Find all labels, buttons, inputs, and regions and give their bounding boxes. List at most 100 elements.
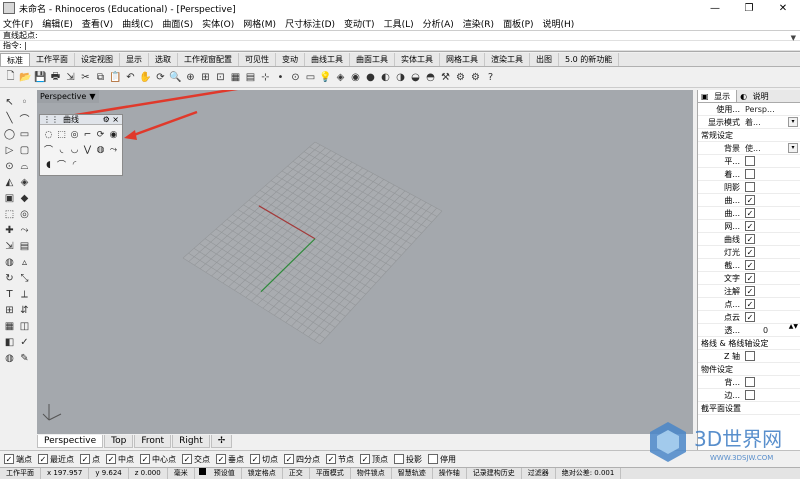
new-icon[interactable]: 🗋	[4, 71, 17, 84]
pan-icon[interactable]: ✋	[139, 71, 152, 84]
left-tool-icon-20[interactable]: ◍	[2, 254, 17, 270]
view-tab-1[interactable]: Top	[104, 435, 134, 448]
view-tab-2[interactable]: Front	[134, 435, 172, 448]
paste-icon[interactable]: 📋	[109, 71, 122, 84]
tab-3[interactable]: 显示	[120, 53, 149, 66]
left-tool-icon-30[interactable]: ◧	[2, 334, 17, 350]
menu-item-7[interactable]: 尺寸标注(D)	[285, 17, 335, 30]
curve-tool-icon-14[interactable]: ◜	[68, 157, 81, 172]
left-tool-icon-24[interactable]: T	[2, 286, 17, 302]
snap-checkbox[interactable]: ✓	[284, 454, 294, 464]
curve-tool-icon-4[interactable]: ⟳	[94, 127, 107, 142]
left-tool-icon-5[interactable]: ▭	[17, 126, 32, 142]
left-tool-icon-12[interactable]: ▣	[2, 190, 17, 206]
setting-checkbox[interactable]: ✓	[745, 247, 755, 257]
left-tool-icon-3[interactable]: ⌒	[17, 110, 32, 126]
copy-icon[interactable]: ⧉	[94, 71, 107, 84]
menu-item-0[interactable]: 文件(F)	[3, 17, 33, 30]
status-toggle-7[interactable]: 过滤器	[522, 468, 556, 479]
zoom-window-icon[interactable]: ⊕	[184, 71, 197, 84]
snap-11[interactable]: 投影	[394, 454, 422, 465]
setting-checkbox[interactable]	[745, 377, 755, 387]
snap-icon[interactable]: ⊹	[259, 71, 272, 84]
tab-10[interactable]: 实体工具	[395, 53, 440, 66]
left-tool-icon-33[interactable]: ✎	[17, 350, 32, 366]
view-tab-4[interactable]: ✢	[210, 435, 233, 448]
ghost-icon[interactable]: ◑	[394, 71, 407, 84]
left-tool-icon-13[interactable]: ◆	[17, 190, 32, 206]
tab-12[interactable]: 渲染工具	[485, 53, 530, 66]
snap-6[interactable]: ✓ 垂点	[216, 454, 244, 465]
curve-tool-icon-7[interactable]: ◟	[55, 142, 68, 157]
menu-item-2[interactable]: 查看(V)	[82, 17, 113, 30]
setting-checkbox[interactable]: ✓	[745, 299, 755, 309]
setting-checkbox[interactable]	[745, 351, 755, 361]
gear-icon[interactable]: ⚙	[469, 71, 482, 84]
tab-7[interactable]: 变动	[276, 53, 305, 66]
snap-checkbox[interactable]: ✓	[38, 454, 48, 464]
menu-item-4[interactable]: 曲面(S)	[162, 17, 193, 30]
setting-checkbox[interactable]: ✓	[745, 260, 755, 270]
snap-checkbox[interactable]: ✓	[106, 454, 116, 464]
snap-3[interactable]: ✓ 中点	[106, 454, 134, 465]
status-toggle-4[interactable]: 智慧轨迹	[392, 468, 433, 479]
viewports-icon[interactable]: ▦	[229, 71, 242, 84]
sphere-icon[interactable]: ◓	[424, 71, 437, 84]
menu-item-9[interactable]: 工具(L)	[384, 17, 414, 30]
curve-tool-icon-11[interactable]: ⤳	[107, 142, 120, 157]
status-toggle-2[interactable]: 平面模式	[310, 468, 351, 479]
snap-8[interactable]: ✓ 四分点	[284, 454, 320, 465]
open-icon[interactable]: 📂	[19, 71, 32, 84]
help-icon[interactable]: ?	[484, 71, 497, 84]
left-tool-icon-10[interactable]: ◭	[2, 174, 17, 190]
tab-4[interactable]: 选取	[149, 53, 178, 66]
light-icon[interactable]: 💡	[319, 71, 332, 84]
setting-checkbox[interactable]: ✓	[745, 312, 755, 322]
snap-checkbox[interactable]	[394, 454, 404, 464]
snap-0[interactable]: ✓ 端点	[4, 454, 32, 465]
curve-tool-icon-10[interactable]: ◍	[94, 142, 107, 157]
left-tool-icon-32[interactable]: ◍	[2, 350, 17, 366]
curve-tool-icon-5[interactable]: ◉	[107, 127, 120, 142]
perspective-viewport[interactable]: Perspective ▼ ⋮⋮ 曲线 ⚙ × ◌ ⬚ ◎ ⌐ ⟳ ◉ ⌒ ◟ ◡ ⋁ ◍ ⤳ ◖ ⌒ ◜	[37, 90, 693, 434]
rotate-view-icon[interactable]: ⟳	[154, 71, 167, 84]
menu-item-12[interactable]: 面板(P)	[503, 17, 533, 30]
shade-icon[interactable]: ◐	[379, 71, 392, 84]
menu-item-1[interactable]: 编辑(E)	[42, 17, 73, 30]
left-tool-icon-29[interactable]: ◫	[17, 318, 32, 334]
snap-checkbox[interactable]: ✓	[326, 454, 336, 464]
setting-checkbox[interactable]: ✓	[745, 286, 755, 296]
status-toggle-8[interactable]: 绝对公差: 0.001	[556, 468, 622, 479]
tab-2[interactable]: 设定视图	[75, 53, 120, 66]
left-tool-icon-25[interactable]: ⟂	[17, 286, 32, 302]
grid-icon[interactable]: ▤	[244, 71, 257, 84]
snap-checkbox[interactable]: ✓	[182, 454, 192, 464]
left-tool-icon-1[interactable]: ◦	[17, 94, 32, 110]
setting-value[interactable]: 着...	[745, 116, 786, 128]
setting-checkbox[interactable]: ✓	[745, 273, 755, 283]
left-tool-icon-0[interactable]: ↖	[2, 94, 17, 110]
left-tool-icon-17[interactable]: ⤳	[17, 222, 32, 238]
layer-icon[interactable]: ▭	[304, 71, 317, 84]
menu-item-10[interactable]: 分析(A)	[423, 17, 454, 30]
curve-tool-icon-0[interactable]: ◌	[42, 127, 55, 142]
snap-1[interactable]: ✓ 最近点	[38, 454, 74, 465]
dropdown-arrow-icon[interactable]: ▾	[788, 117, 798, 127]
cut-icon[interactable]: ✂	[79, 71, 92, 84]
maximize-button[interactable]: ❐	[732, 3, 766, 14]
setting-checkbox[interactable]	[745, 182, 755, 192]
setting-checkbox[interactable]	[745, 156, 755, 166]
curve-tool-icon-6[interactable]: ⌒	[42, 142, 55, 157]
command-history-dropdown[interactable]: ▼	[791, 34, 796, 42]
snap-2[interactable]: ✓ 点	[80, 454, 100, 465]
view-tab-0[interactable]: Perspective	[37, 435, 104, 448]
menu-item-13[interactable]: 说明(H)	[543, 17, 575, 30]
left-tool-icon-15[interactable]: ◎	[17, 206, 32, 222]
left-tool-icon-18[interactable]: ⇲	[2, 238, 17, 254]
curve-tool-icon-1[interactable]: ⬚	[55, 127, 68, 142]
status-toggle-6[interactable]: 记录建构历史	[467, 468, 522, 479]
menu-item-3[interactable]: 曲线(C)	[122, 17, 153, 30]
tab-11[interactable]: 网格工具	[440, 53, 485, 66]
menu-item-5[interactable]: 实体(O)	[202, 17, 234, 30]
tab-14[interactable]: 5.0 的新功能	[559, 53, 620, 66]
